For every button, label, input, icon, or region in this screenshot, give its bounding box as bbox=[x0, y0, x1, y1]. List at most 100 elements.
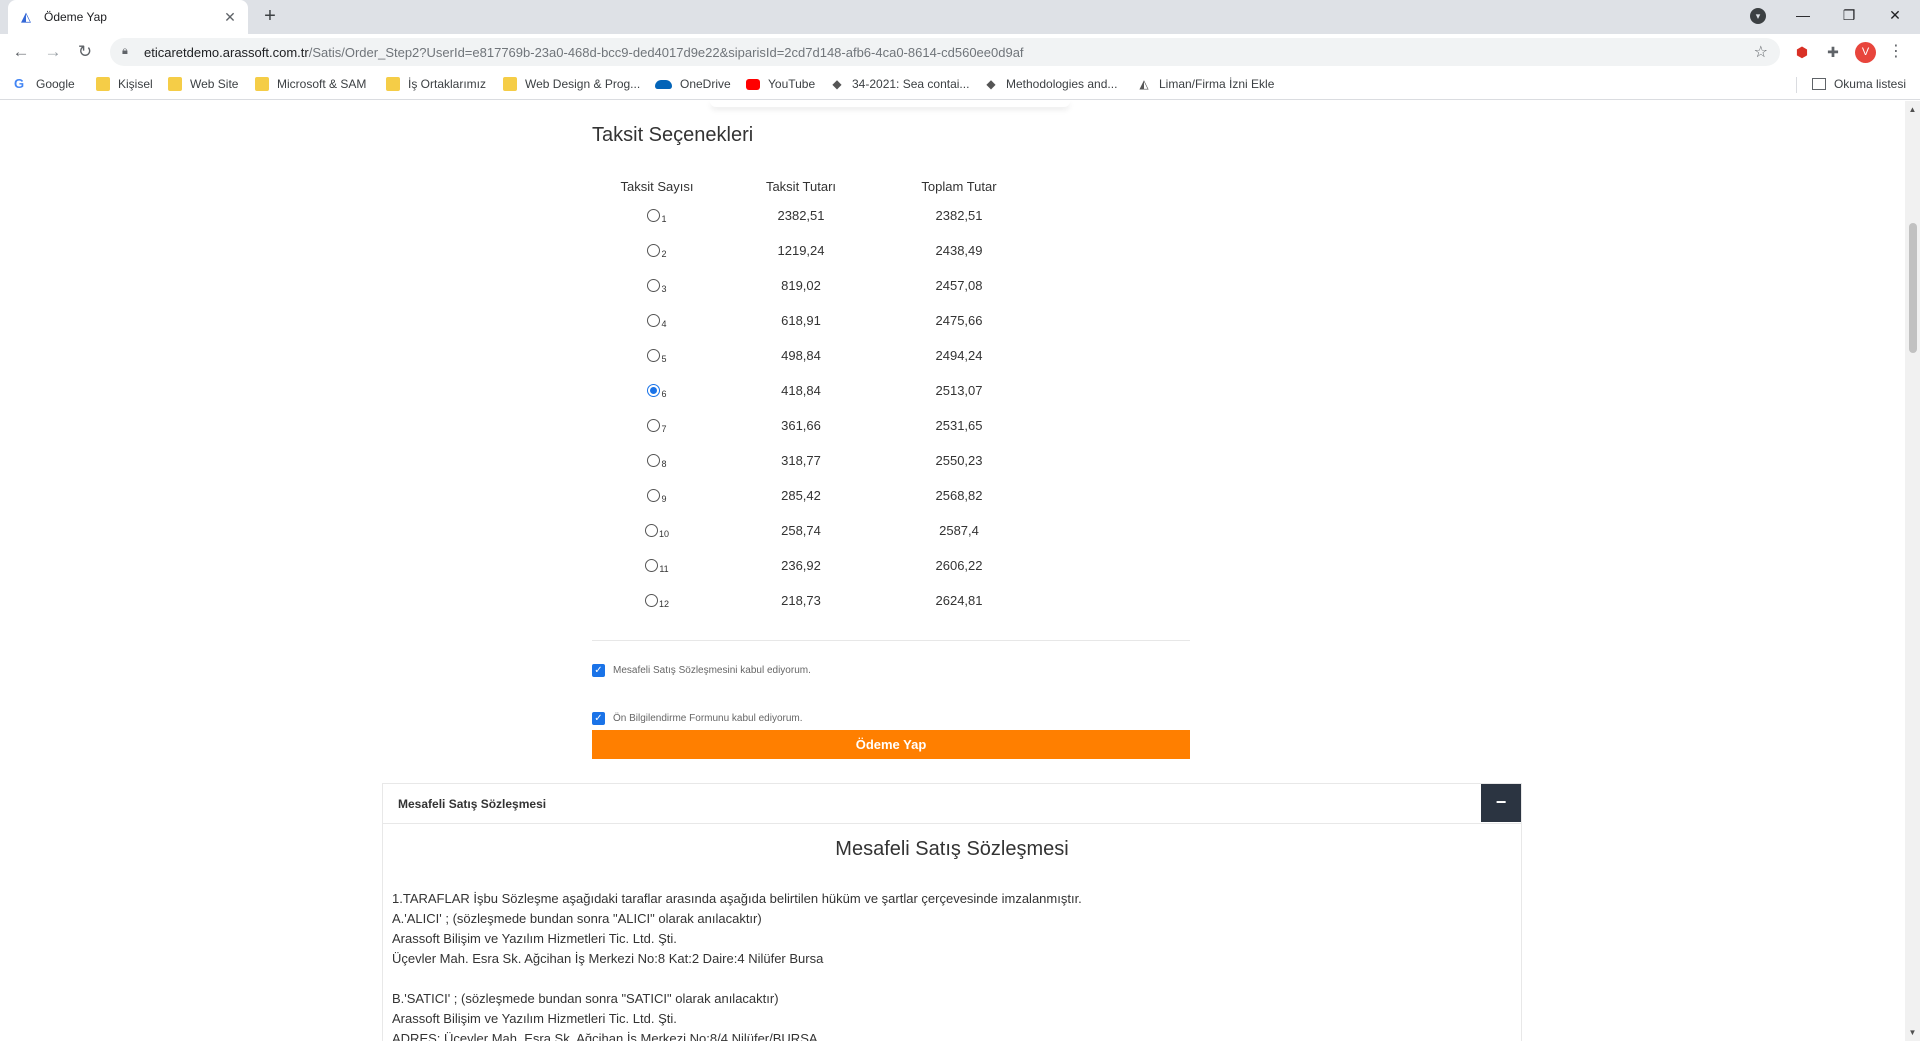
installment-option[interactable]: 4 bbox=[592, 312, 722, 329]
installment-row[interactable]: 7 361,66 2531,65 bbox=[592, 408, 1042, 443]
reload-icon[interactable]: ↻ bbox=[73, 40, 97, 64]
installment-row[interactable]: 12 218,73 2624,81 bbox=[592, 583, 1042, 618]
installment-option[interactable]: 8 bbox=[592, 452, 722, 469]
section-divider bbox=[592, 640, 1190, 641]
browser-tabbar: ◭ Ödeme Yap ✕ + ▾ — ❐ ✕ bbox=[0, 0, 1920, 34]
scroll-down-arrow-icon[interactable]: ▼ bbox=[1908, 1028, 1917, 1037]
new-tab-button[interactable]: + bbox=[258, 4, 282, 28]
bookmark-web-design[interactable]: Web Design & Prog... bbox=[503, 77, 640, 91]
pre-info-checkbox[interactable]: ✓ bbox=[592, 712, 605, 725]
installment-radio[interactable] bbox=[647, 454, 661, 468]
bookmark-web-site[interactable]: Web Site bbox=[168, 77, 238, 91]
pre-info-label: Ön Bilgilendirme Formunu kabul ediyorum. bbox=[613, 713, 803, 724]
installment-row[interactable]: 5 498,84 2494,24 bbox=[592, 338, 1042, 373]
bookmark-kisisel[interactable]: Kişisel bbox=[96, 77, 153, 91]
installment-total: 2494,24 bbox=[935, 348, 983, 363]
page-viewport: Taksit Seçenekleri Taksit Sayısı Taksit … bbox=[0, 101, 1905, 1041]
page-scrollbar[interactable]: ▲ ▼ bbox=[1905, 101, 1920, 1041]
installment-radio[interactable] bbox=[647, 349, 661, 363]
bookmark-sea-containers[interactable]: ◆ 34-2021: Sea contai... bbox=[830, 77, 969, 91]
back-arrow-icon[interactable]: ← bbox=[9, 40, 33, 64]
installment-total: 2550,23 bbox=[935, 453, 983, 468]
bookmark-onedrive[interactable]: OneDrive bbox=[655, 77, 731, 91]
installment-amount: 318,77 bbox=[781, 453, 821, 468]
installment-table: Taksit Sayısı Taksit Tutarı Toplam Tutar… bbox=[592, 174, 1042, 618]
installment-option[interactable]: 3 bbox=[592, 277, 722, 294]
installment-row[interactable]: 11 236,92 2606,22 bbox=[592, 548, 1042, 583]
bookmark-youtube[interactable]: YouTube bbox=[746, 77, 815, 91]
installment-radio[interactable] bbox=[647, 489, 661, 503]
pay-button[interactable]: Ödeme Yap bbox=[592, 730, 1190, 759]
reading-list-icon bbox=[1811, 78, 1826, 90]
installment-radio[interactable] bbox=[647, 244, 661, 258]
installment-row[interactable]: 4 618,91 2475,66 bbox=[592, 303, 1042, 338]
header-installment-count: Taksit Sayısı bbox=[620, 178, 694, 194]
header-installment-amount: Taksit Tutarı bbox=[765, 178, 837, 194]
reading-list-button[interactable]: Okuma listesi bbox=[1811, 77, 1906, 91]
installment-option[interactable]: 11 bbox=[592, 557, 722, 574]
bookmarks-separator bbox=[1796, 77, 1797, 93]
contract-panel-title: Mesafeli Satış Sözleşmesi bbox=[398, 796, 547, 811]
minimize-button[interactable]: — bbox=[1780, 0, 1826, 30]
installment-row[interactable]: 8 318,77 2550,23 bbox=[592, 443, 1042, 478]
installment-radio[interactable] bbox=[645, 559, 659, 573]
browser-menu-icon[interactable]: ⋮ bbox=[1888, 42, 1904, 62]
lock-icon[interactable]: 🔒︎ bbox=[122, 45, 134, 59]
installment-count: 1 bbox=[661, 214, 667, 224]
folder-icon bbox=[255, 77, 269, 91]
forward-arrow-icon[interactable]: → bbox=[41, 40, 65, 64]
installment-option[interactable]: 9 bbox=[592, 487, 722, 504]
restore-button[interactable]: ❐ bbox=[1826, 0, 1872, 30]
installment-option[interactable]: 10 bbox=[592, 522, 722, 539]
contract-panel-header[interactable]: Mesafeli Satış Sözleşmesi − bbox=[383, 784, 1521, 824]
installment-radio[interactable] bbox=[647, 279, 661, 293]
installment-radio[interactable] bbox=[644, 524, 658, 538]
installment-row[interactable]: 3 819,02 2457,08 bbox=[592, 268, 1042, 303]
bookmark-star-icon[interactable]: ☆ bbox=[1754, 42, 1768, 62]
distance-sales-checkbox[interactable]: ✓ bbox=[592, 664, 605, 677]
pre-info-form-row[interactable]: ✓ Ön Bilgilendirme Formunu kabul ediyoru… bbox=[592, 712, 803, 725]
installment-option[interactable]: 6 bbox=[592, 382, 722, 399]
distance-sales-agreement-row[interactable]: ✓ Mesafeli Satış Sözleşmesini kabul ediy… bbox=[592, 664, 811, 677]
installment-radio[interactable] bbox=[647, 314, 661, 328]
installment-amount: 1219,24 bbox=[777, 243, 825, 258]
contract-line: A.'ALICI' ; (sözleşmede bundan sonra "AL… bbox=[392, 911, 762, 926]
installment-row[interactable]: 1 2382,51 2382,51 bbox=[592, 198, 1042, 233]
contract-line: B.'SATICI' ; (sözleşmede bundan sonra "S… bbox=[392, 991, 779, 1006]
installment-option[interactable]: 2 bbox=[592, 242, 722, 259]
bookmark-microsoft-sam[interactable]: Microsoft & SAM bbox=[255, 77, 366, 91]
installment-count: 12 bbox=[658, 599, 669, 609]
installment-radio[interactable] bbox=[647, 209, 661, 223]
adblock-extension-icon[interactable]: ⬢ bbox=[1792, 42, 1812, 62]
installment-radio[interactable] bbox=[647, 419, 661, 433]
profile-avatar[interactable]: V bbox=[1855, 42, 1876, 63]
installment-option[interactable]: 12 bbox=[592, 592, 722, 609]
bookmark-methodologies[interactable]: ◆ Methodologies and... bbox=[984, 77, 1117, 91]
installment-option[interactable]: 1 bbox=[592, 207, 722, 224]
installment-count: 3 bbox=[661, 284, 667, 294]
installment-option[interactable]: 7 bbox=[592, 417, 722, 434]
extensions-puzzle-icon[interactable]: ✚ bbox=[1823, 42, 1843, 62]
collapse-button[interactable]: − bbox=[1481, 784, 1521, 822]
scrollbar-thumb[interactable] bbox=[1909, 223, 1917, 353]
installment-row[interactable]: 6 418,84 2513,07 bbox=[592, 373, 1042, 408]
installment-radio[interactable] bbox=[647, 384, 661, 398]
scroll-up-arrow-icon[interactable]: ▲ bbox=[1908, 105, 1917, 114]
address-bar[interactable]: 🔒︎ eticaretdemo.arassoft.com.tr/Satis/Or… bbox=[110, 38, 1780, 66]
installment-count: 6 bbox=[661, 389, 667, 399]
close-window-button[interactable]: ✕ bbox=[1872, 0, 1918, 30]
close-tab-icon[interactable]: ✕ bbox=[222, 9, 238, 26]
installment-row[interactable]: 10 258,74 2587,4 bbox=[592, 513, 1042, 548]
installment-radio[interactable] bbox=[644, 594, 658, 608]
contract-panel: Mesafeli Satış Sözleşmesi − Mesafeli Sat… bbox=[382, 783, 1522, 1041]
bookmark-liman-firma[interactable]: ◭ Liman/Firma İzni Ekle bbox=[1137, 77, 1274, 91]
installment-row[interactable]: 2 1219,24 2438,49 bbox=[592, 233, 1042, 268]
tab-search-icon[interactable]: ▾ bbox=[1750, 8, 1766, 24]
installment-row[interactable]: 9 285,42 2568,82 bbox=[592, 478, 1042, 513]
installment-amount: 819,02 bbox=[781, 278, 821, 293]
bookmark-google[interactable]: G Google bbox=[14, 77, 75, 92]
installment-amount: 618,91 bbox=[781, 313, 821, 328]
installment-option[interactable]: 5 bbox=[592, 347, 722, 364]
browser-tab[interactable]: ◭ Ödeme Yap ✕ bbox=[8, 0, 248, 34]
bookmark-is-ortaklarimiz[interactable]: İş Ortaklarımız bbox=[386, 77, 486, 91]
